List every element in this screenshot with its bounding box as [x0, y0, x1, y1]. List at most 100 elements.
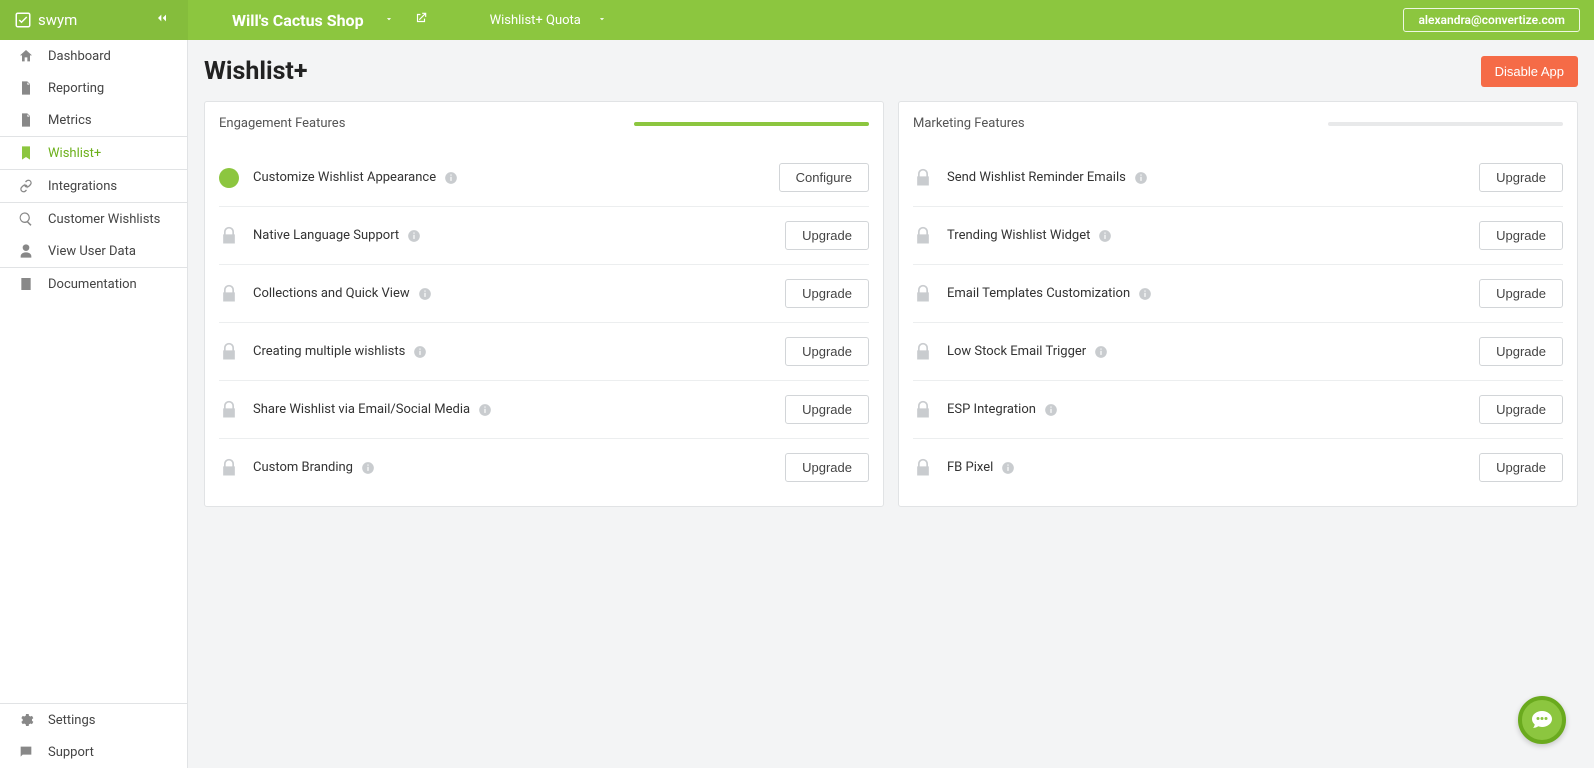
lock-icon	[913, 458, 933, 478]
upgrade-button[interactable]: Upgrade	[785, 279, 869, 308]
lock-icon	[219, 458, 239, 478]
feature-row: Customize Wishlist Appearance Configure	[219, 149, 869, 207]
quota-selector-group: Wishlist+ Quota	[456, 0, 607, 40]
sidebar-item-label: View User Data	[48, 244, 136, 259]
feature-row: Native Language Support Upgrade	[219, 207, 869, 265]
info-icon[interactable]	[478, 403, 492, 417]
sidebar-item-reporting[interactable]: Reporting	[0, 72, 187, 104]
upgrade-button[interactable]: Upgrade	[1479, 279, 1563, 308]
progress-fill	[634, 122, 869, 126]
info-icon[interactable]	[1094, 345, 1108, 359]
sidebar-item-settings[interactable]: Settings	[0, 704, 187, 736]
info-icon[interactable]	[444, 171, 458, 185]
feature-label: Customize Wishlist Appearance	[253, 170, 436, 185]
shop-dropdown-toggle[interactable]	[384, 14, 394, 27]
sidebar-item-label: Dashboard	[48, 49, 111, 64]
feature-row: Email Templates Customization Upgrade	[913, 265, 1563, 323]
user-icon	[18, 243, 34, 259]
upgrade-button[interactable]: Upgrade	[1479, 163, 1563, 192]
lock-icon	[913, 226, 933, 246]
sidebar: Dashboard Reporting Metrics Wishlist+ In…	[0, 40, 188, 768]
feature-label: Native Language Support	[253, 228, 399, 243]
feature-row: Custom BrandingUpgrade	[219, 439, 869, 496]
configure-button[interactable]: Configure	[779, 163, 869, 192]
upgrade-button[interactable]: Upgrade	[1479, 337, 1563, 366]
upgrade-button[interactable]: Upgrade	[1479, 221, 1563, 250]
quota-label: Wishlist+ Quota	[490, 13, 581, 28]
feature-row: FB Pixel Upgrade	[913, 439, 1563, 496]
info-icon[interactable]	[1138, 287, 1152, 301]
info-icon[interactable]	[413, 345, 427, 359]
upgrade-button[interactable]: Upgrade	[1479, 453, 1563, 482]
sidebar-item-metrics[interactable]: Metrics	[0, 104, 187, 136]
sidebar-item-dashboard[interactable]: Dashboard	[0, 40, 187, 72]
brand-name: swym	[38, 11, 77, 29]
upgrade-button[interactable]: Upgrade	[785, 337, 869, 366]
info-icon[interactable]	[1134, 171, 1148, 185]
upgrade-button[interactable]: Upgrade	[1479, 395, 1563, 424]
shop-name: Will's Cactus Shop	[232, 11, 364, 30]
nav-list: Dashboard Reporting Metrics Wishlist+ In…	[0, 40, 187, 703]
lock-icon	[913, 400, 933, 420]
lock-icon	[219, 400, 239, 420]
feature-label: ESP Integration	[947, 402, 1036, 417]
sidebar-item-customer-wishlists[interactable]: Customer Wishlists	[0, 202, 187, 235]
feature-row: Share Wishlist via Email/Social MediaUpg…	[219, 381, 869, 439]
file-icon	[18, 112, 34, 128]
upgrade-button[interactable]: Upgrade	[785, 453, 869, 482]
doc-icon	[18, 276, 34, 292]
info-icon[interactable]	[1001, 461, 1015, 475]
sidebar-item-label: Integrations	[48, 179, 117, 194]
engagement-panel: Engagement Features Customize Wishlist A…	[204, 101, 884, 507]
search-icon	[18, 211, 34, 227]
feature-row: Collections and Quick View Upgrade	[219, 265, 869, 323]
quota-dropdown-toggle[interactable]	[597, 14, 607, 27]
sidebar-item-label: Customer Wishlists	[48, 212, 160, 227]
nav-bottom: Settings Support	[0, 703, 187, 768]
status-on-icon	[219, 168, 239, 188]
file-icon	[18, 80, 34, 96]
disable-app-button[interactable]: Disable App	[1481, 56, 1578, 87]
sidebar-item-view-user-data[interactable]: View User Data	[0, 235, 187, 267]
shop-selector-group: Will's Cactus Shop	[188, 0, 456, 40]
feature-label: Email Templates Customization	[947, 286, 1130, 301]
user-menu[interactable]: alexandra@convertize.com	[1403, 8, 1580, 32]
feature-label: FB Pixel	[947, 460, 993, 475]
bookmark-icon	[18, 145, 34, 161]
sidebar-collapse-button[interactable]	[154, 10, 176, 30]
feature-label: Creating multiple wishlists	[253, 344, 405, 359]
feature-label: Send Wishlist Reminder Emails	[947, 170, 1126, 185]
sidebar-item-support[interactable]: Support	[0, 736, 187, 768]
chat-fab[interactable]	[1518, 696, 1566, 744]
engagement-progress-bar	[634, 122, 869, 126]
feature-row: Low Stock Email TriggerUpgrade	[913, 323, 1563, 381]
panel-header: Engagement Features	[219, 116, 869, 131]
sidebar-item-label: Settings	[48, 713, 95, 728]
info-icon[interactable]	[361, 461, 375, 475]
feature-row: Creating multiple wishlists Upgrade	[219, 323, 869, 381]
lock-icon	[913, 168, 933, 188]
feature-label: Collections and Quick View	[253, 286, 410, 301]
chat-bubble-icon	[1530, 708, 1554, 732]
sidebar-item-label: Documentation	[48, 277, 137, 292]
panel-title: Marketing Features	[913, 116, 1025, 131]
marketing-progress-bar	[1328, 122, 1563, 126]
sidebar-item-documentation[interactable]: Documentation	[0, 267, 187, 300]
info-icon[interactable]	[418, 287, 432, 301]
sidebar-item-wishlist-plus[interactable]: Wishlist+	[0, 136, 187, 170]
marketing-panel: Marketing Features Send Wishlist Reminde…	[898, 101, 1578, 507]
feature-list: Send Wishlist Reminder EmailsUpgradeTren…	[913, 149, 1563, 496]
info-icon[interactable]	[1044, 403, 1058, 417]
chat-icon	[18, 744, 34, 760]
open-shop-external-icon[interactable]	[414, 11, 428, 29]
main-content: Wishlist+ Disable App Engagement Feature…	[188, 40, 1594, 768]
upgrade-button[interactable]: Upgrade	[785, 395, 869, 424]
lock-icon	[219, 342, 239, 362]
info-icon[interactable]	[1098, 229, 1112, 243]
feature-row: Trending Wishlist WidgetUpgrade	[913, 207, 1563, 265]
lock-icon	[913, 284, 933, 304]
info-icon[interactable]	[407, 229, 421, 243]
lock-icon	[219, 284, 239, 304]
upgrade-button[interactable]: Upgrade	[785, 221, 869, 250]
sidebar-item-integrations[interactable]: Integrations	[0, 170, 187, 202]
